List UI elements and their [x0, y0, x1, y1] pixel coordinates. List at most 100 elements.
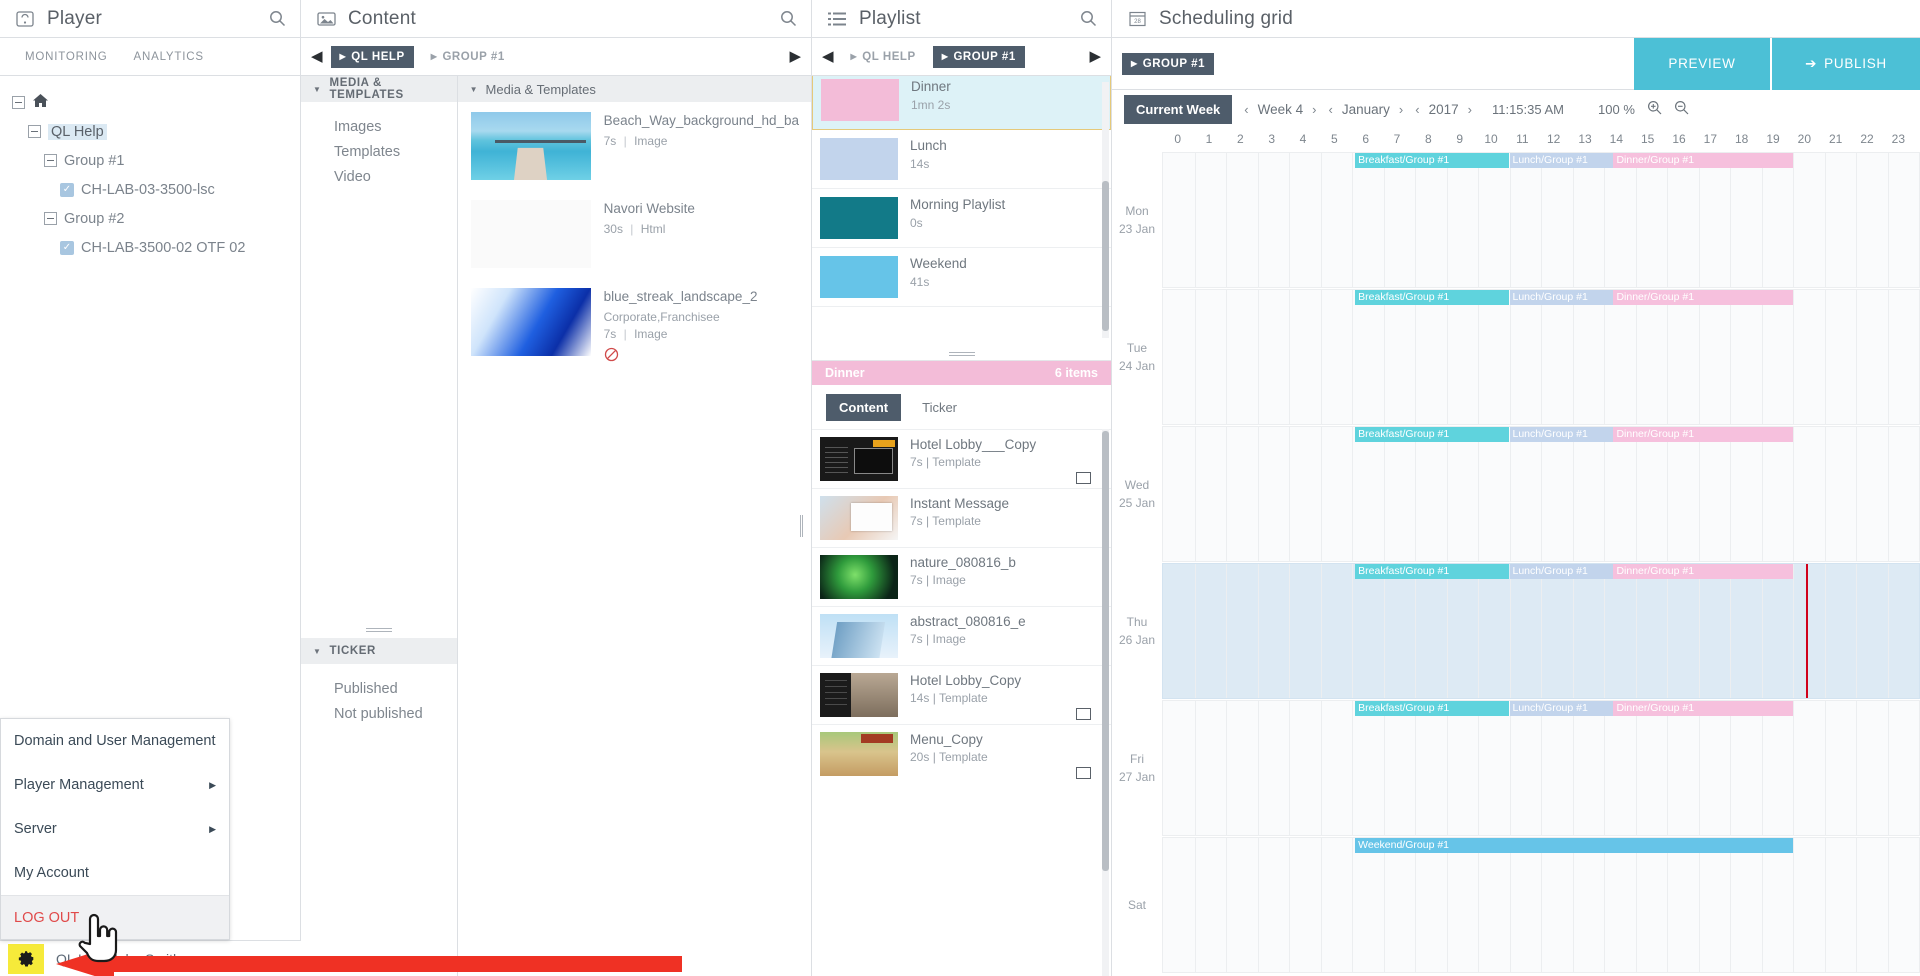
media-item[interactable]: blue_streak_landscape_2 Corporate,Franch…: [458, 278, 811, 377]
menu-item-player-management[interactable]: Player Management ▶: [1, 763, 229, 807]
tree-node-ql-help[interactable]: QL Help: [28, 117, 300, 146]
schedule-event[interactable]: Lunch/Group #1: [1509, 564, 1614, 579]
day-row[interactable]: Sat Weekend/Group #1: [1112, 837, 1920, 974]
day-row[interactable]: Tue 24 Jan Breakfast/Group #1 Lunch/Group #…: [1112, 289, 1920, 426]
zoom-out-icon[interactable]: [1674, 100, 1689, 118]
tree-node-group-2[interactable]: Group #2: [44, 204, 300, 233]
checkbox-checked-icon[interactable]: [60, 182, 74, 197]
menu-item-log-out[interactable]: LOG OUT: [1, 895, 229, 939]
schedule-event[interactable]: Lunch/Group #1: [1509, 701, 1614, 716]
breadcrumb-group-1[interactable]: ▶ GROUP #1: [1122, 52, 1215, 75]
year-stepper[interactable]: ‹ 2017 ›: [1415, 102, 1472, 117]
media-list-header[interactable]: ▼ Media & Templates: [457, 76, 811, 102]
breadcrumb-group-1[interactable]: ▶ GROUP #1: [422, 46, 514, 68]
day-row[interactable]: Wed 25 Jan Breakfast/Group #1 Lunch/Group #…: [1112, 426, 1920, 563]
collapse-toggle-icon[interactable]: [12, 96, 25, 109]
items-scrollbar-thumb[interactable]: [1102, 431, 1109, 871]
day-timeline[interactable]: Breakfast/Group #1 Lunch/Group #1 Dinner/G…: [1162, 426, 1920, 562]
scheduling-grid[interactable]: 0 1 2 3 4 5 6 7 8 9 10 11 12 13 14 15 16 17 18 19 20 21 22 23 M…: [1112, 128, 1920, 976]
media-item[interactable]: Navori Website 30s | Html: [458, 190, 811, 278]
collapse-toggle-icon[interactable]: [44, 154, 57, 167]
breadcrumb-group-1[interactable]: ▶ GROUP #1: [932, 45, 1025, 68]
tree-leaf-ch-lab-03-3500-lsc[interactable]: CH-LAB-03-3500-lsc: [60, 175, 300, 204]
schedule-event[interactable]: Dinner/Group #1: [1613, 290, 1793, 305]
scroll-right-icon[interactable]: ▶: [789, 49, 801, 64]
day-row[interactable]: Thu 26 Jan Breakfast/Group #1 Lunch/Group #…: [1112, 563, 1920, 700]
schedule-event[interactable]: Breakfast/Group #1: [1355, 427, 1510, 442]
playlist-row-weekend[interactable]: Weekend 41s: [812, 248, 1111, 307]
section-header-ticker[interactable]: ▼ TICKER: [301, 638, 457, 664]
prev-month-icon[interactable]: ‹: [1329, 102, 1333, 117]
search-icon[interactable]: [780, 10, 797, 27]
category-templates[interactable]: Templates: [301, 140, 457, 165]
current-week-button[interactable]: Current Week: [1124, 94, 1233, 124]
tab-analytics[interactable]: ANALYTICS: [134, 51, 204, 63]
category-not-published[interactable]: Not published: [301, 702, 457, 727]
preview-button[interactable]: PREVIEW: [1634, 37, 1770, 90]
search-icon[interactable]: [269, 10, 286, 27]
tab-ticker[interactable]: Ticker: [909, 394, 970, 421]
schedule-event[interactable]: Dinner/Group #1: [1613, 701, 1793, 716]
playlist-item-row[interactable]: abstract_080816_e 7s | Image: [812, 606, 1111, 665]
schedule-event[interactable]: Breakfast/Group #1: [1355, 701, 1510, 716]
breadcrumb-ql-help[interactable]: ▶ QL HELP: [842, 46, 925, 68]
collapse-toggle-icon[interactable]: [28, 125, 41, 138]
playlist-splitter[interactable]: [812, 348, 1111, 360]
media-item[interactable]: Beach_Way_background_hd_ba 7s | Image: [458, 102, 811, 190]
schedule-event[interactable]: Lunch/Group #1: [1509, 290, 1614, 305]
schedule-event[interactable]: Dinner/Group #1: [1613, 153, 1793, 168]
prev-year-icon[interactable]: ‹: [1415, 102, 1419, 117]
next-year-icon[interactable]: ›: [1468, 102, 1472, 117]
day-row[interactable]: Fri 27 Jan Breakfast/Group #1 Lunch/Group #…: [1112, 700, 1920, 837]
gear-icon[interactable]: [8, 943, 44, 974]
day-row[interactable]: Mon 23 Jan Breakfast/Group #1 Lunch/Group #…: [1112, 152, 1920, 289]
schedule-event[interactable]: Breakfast/Group #1: [1355, 564, 1510, 579]
scroll-right-icon[interactable]: ▶: [1089, 49, 1101, 64]
playlist-item-row[interactable]: Hotel Lobby___Copy 7s | Template: [812, 429, 1111, 488]
tab-content[interactable]: Content: [826, 394, 902, 421]
next-month-icon[interactable]: ›: [1399, 102, 1403, 117]
menu-item-my-account[interactable]: My Account: [1, 851, 229, 895]
menu-item-domain-and-user-management[interactable]: Domain and User Management: [1, 719, 229, 763]
scroll-left-icon[interactable]: ◀: [822, 49, 834, 64]
breadcrumb-ql-help[interactable]: ▶ QL HELP: [330, 45, 414, 68]
schedule-event[interactable]: Dinner/Group #1: [1613, 564, 1793, 579]
search-icon[interactable]: [1080, 10, 1097, 27]
playlist-item-row[interactable]: Hotel Lobby_Copy 14s | Template: [812, 665, 1111, 724]
month-stepper[interactable]: ‹ January ›: [1329, 102, 1404, 117]
scroll-left-icon[interactable]: ◀: [311, 49, 323, 64]
schedule-event[interactable]: Lunch/Group #1: [1509, 153, 1614, 168]
schedule-event[interactable]: Breakfast/Group #1: [1355, 290, 1510, 305]
playlist-item-row[interactable]: Menu_Copy 20s | Template: [812, 724, 1111, 783]
section-header-media-templates[interactable]: ▼ MEDIA & TEMPLATES: [301, 76, 457, 102]
day-timeline[interactable]: Breakfast/Group #1 Lunch/Group #1 Dinner/G…: [1162, 289, 1920, 425]
schedule-event[interactable]: Breakfast/Group #1: [1355, 153, 1510, 168]
schedule-event[interactable]: Lunch/Group #1: [1509, 427, 1614, 442]
playlist-item-row[interactable]: Instant Message 7s | Template: [812, 488, 1111, 547]
collapse-toggle-icon[interactable]: [44, 212, 57, 225]
content-panel-splitter[interactable]: [798, 76, 805, 976]
tree-node-group-1[interactable]: Group #1: [44, 146, 300, 175]
tree-leaf-ch-lab-3500-02-otf-02[interactable]: CH-LAB-3500-02 OTF 02: [60, 233, 300, 262]
week-stepper[interactable]: ‹ Week 4 ›: [1244, 102, 1316, 117]
category-video[interactable]: Video: [301, 165, 457, 190]
playlist-row-dinner[interactable]: Dinner 1mn 2s: [812, 76, 1111, 130]
publish-button[interactable]: ➔ PUBLISH: [1770, 37, 1920, 90]
schedule-event[interactable]: Dinner/Group #1: [1613, 427, 1793, 442]
tree-node-home[interactable]: [12, 88, 300, 117]
playlist-item-row[interactable]: nature_080816_b 7s | Image: [812, 547, 1111, 606]
day-timeline[interactable]: Weekend/Group #1: [1162, 837, 1920, 973]
prev-week-icon[interactable]: ‹: [1244, 102, 1248, 117]
zoom-in-icon[interactable]: [1647, 100, 1662, 118]
playlist-row-lunch[interactable]: Lunch 14s: [812, 130, 1111, 189]
day-timeline[interactable]: Breakfast/Group #1 Lunch/Group #1 Dinner/G…: [1162, 700, 1920, 836]
menu-item-server[interactable]: Server ▶: [1, 807, 229, 851]
content-left-splitter[interactable]: [301, 624, 457, 636]
day-timeline[interactable]: Breakfast/Group #1 Lunch/Group #1 Dinner/G…: [1162, 563, 1920, 699]
playlist-row-morning-playlist[interactable]: Morning Playlist 0s: [812, 189, 1111, 248]
schedule-event[interactable]: Weekend/Group #1: [1355, 838, 1793, 853]
category-published[interactable]: Published: [301, 677, 457, 702]
tab-monitoring[interactable]: MONITORING: [25, 51, 108, 63]
category-images[interactable]: Images: [301, 115, 457, 140]
day-timeline[interactable]: Breakfast/Group #1 Lunch/Group #1 Dinner/G…: [1162, 152, 1920, 288]
